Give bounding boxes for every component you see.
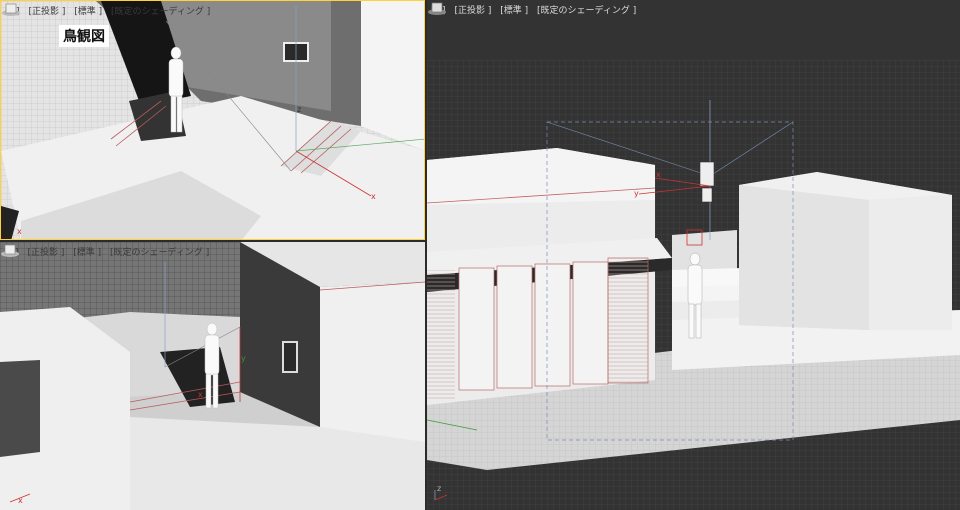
viewport-bottom-left[interactable]: [+] [正投影 ] [標準 ] [既定のシェーディング ]	[0, 242, 425, 510]
viewcube-icon[interactable]	[427, 0, 447, 16]
viewport-projection-menu[interactable]: [正投影 ]	[454, 6, 491, 16]
axis-x-label: x	[371, 192, 376, 201]
viewport-projection-menu[interactable]: [正投影 ]	[28, 7, 65, 17]
viewport-shading-menu[interactable]: [既定のシェーディング ]	[537, 6, 636, 16]
viewport-label-bar: [+] [正投影 ] [標準 ] [既定のシェーディング ]	[4, 245, 215, 258]
scene-render-right	[427, 0, 960, 510]
viewport-standard-menu[interactable]: [標準 ]	[74, 7, 102, 17]
viewport-projection-menu[interactable]: [正投影 ]	[27, 248, 64, 258]
viewport-shading-menu[interactable]: [既定のシェーディング ]	[111, 7, 210, 17]
axis-y-label: y	[241, 354, 246, 363]
viewport-right[interactable]: [+] [正投影 ] [標準 ] [既定のシェーディング ]	[427, 0, 960, 510]
axis-z-label: z	[297, 105, 302, 114]
viewcube-icon[interactable]	[1, 1, 21, 17]
viewport-top-left[interactable]: [+] [正投影 ] [標準 ] [既定のシェーディング ] 鳥観図	[0, 0, 425, 240]
scene-render-bottom-left	[0, 242, 425, 510]
viewport-standard-menu[interactable]: [標準 ]	[73, 248, 101, 258]
viewport-standard-menu[interactable]: [標準 ]	[500, 6, 528, 16]
axis-gizmo-z-label: z	[437, 484, 442, 493]
axis-x-label: x	[198, 390, 203, 399]
axis-y-label: y	[634, 189, 639, 198]
viewport-label-bar: [+] [正投影 ] [標準 ] [既定のシェーディング ]	[431, 3, 642, 16]
axis-gizmo-x-label: x	[17, 227, 22, 236]
axis-x-label: x	[656, 170, 661, 179]
viewport-shading-menu[interactable]: [既定のシェーディング ]	[110, 248, 209, 258]
birds-eye-view-title: 鳥観図	[59, 25, 109, 47]
axis-gizmo-x-label: x	[18, 496, 23, 505]
viewcube-icon[interactable]	[0, 242, 20, 258]
viewport-label-bar: [+] [正投影 ] [標準 ] [既定のシェーディング ]	[5, 4, 216, 17]
